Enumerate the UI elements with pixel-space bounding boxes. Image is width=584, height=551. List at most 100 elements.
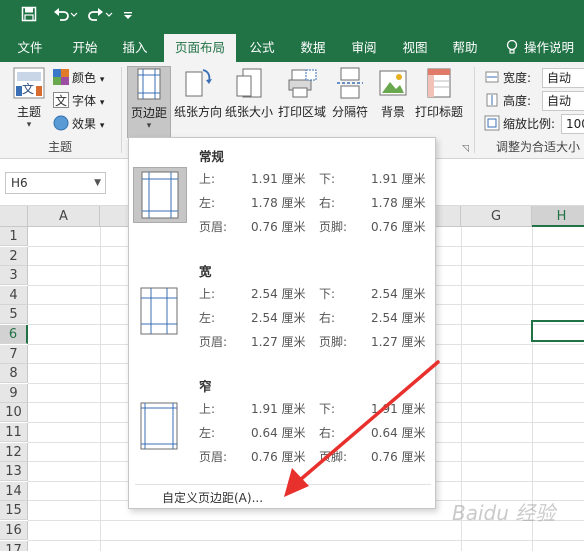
row-header-3[interactable]: 3: [0, 266, 28, 286]
column-header-a[interactable]: A: [28, 206, 100, 227]
tab-home[interactable]: 开始: [60, 34, 110, 62]
tab-view[interactable]: 视图: [392, 34, 438, 62]
row-header-10[interactable]: 10: [0, 403, 28, 423]
effects-label: 效果: [72, 117, 97, 131]
row-header-5[interactable]: 5: [0, 305, 28, 325]
row-header-16[interactable]: 16: [0, 521, 28, 540]
grid-line: [28, 539, 584, 541]
effects-icon: [53, 115, 69, 131]
menu-divider: [135, 484, 431, 485]
tab-insert[interactable]: 插入: [112, 34, 158, 62]
row-header-11[interactable]: 11: [0, 423, 28, 442]
scale-row: 缩放比例:: [484, 113, 555, 135]
select-all-corner[interactable]: [0, 206, 28, 227]
row-header-12[interactable]: 12: [0, 442, 28, 462]
top-value: 2.54 厘米: [251, 287, 306, 301]
redo-icon[interactable]: [85, 6, 115, 28]
paper-size-icon: [236, 68, 262, 98]
preset-name: 宽: [199, 264, 212, 279]
print-titles-label: 打印标题: [414, 105, 463, 119]
height-select[interactable]: 自动: [542, 91, 584, 111]
active-cell-h6[interactable]: [531, 320, 584, 342]
left-label: 左:: [199, 426, 216, 440]
top-label: 上:: [199, 287, 216, 301]
tab-help[interactable]: 帮助: [442, 34, 488, 62]
height-arrows-icon: [486, 93, 498, 107]
preset-name: 窄: [199, 379, 212, 394]
group-divider: [474, 67, 475, 153]
tab-file[interactable]: 文件: [6, 34, 54, 62]
breaks-button[interactable]: 分隔符: [330, 66, 370, 136]
orientation-icon: [185, 69, 212, 97]
left-value: 1.78 厘米: [251, 196, 306, 210]
row-header-14[interactable]: 14: [0, 481, 28, 501]
wide-margins-icon: [133, 284, 187, 340]
row-header-7[interactable]: 7: [0, 344, 28, 364]
row-header-6[interactable]: 6: [0, 325, 28, 344]
effects-button[interactable]: 效果 ▾: [53, 113, 104, 135]
footer-label: 页脚:: [319, 335, 348, 349]
footer-label: 页脚:: [319, 450, 348, 464]
scale-label: 缩放比例:: [503, 117, 556, 131]
footer-value: 0.76 厘米: [371, 220, 426, 234]
tab-formulas[interactable]: 公式: [240, 34, 284, 62]
row-header-9[interactable]: 9: [0, 383, 28, 403]
themes-button[interactable]: 文 主题 ▾: [8, 66, 50, 136]
width-row: 宽度:: [484, 67, 531, 89]
tell-me-label: 操作说明: [524, 40, 575, 55]
background-button[interactable]: 背景: [374, 66, 412, 136]
undo-icon[interactable]: [50, 6, 80, 28]
tab-page-layout[interactable]: 页面布局: [164, 34, 236, 62]
scale-group-label: 调整为合适大小: [496, 140, 581, 154]
group-divider: [121, 67, 122, 153]
name-box[interactable]: H6 ▼: [5, 172, 106, 194]
page-setup-launcher-icon[interactable]: ◹: [462, 144, 469, 154]
print-area-button[interactable]: 打印区域: [276, 66, 328, 136]
tab-data[interactable]: 数据: [290, 34, 336, 62]
color-palette-icon: [53, 69, 69, 85]
margins-preset-normal[interactable]: 常规 上: 1.91 厘米 下: 1.91 厘米 左: 1.78 厘米 右: 1…: [129, 143, 435, 253]
row-header-17[interactable]: 17: [0, 540, 28, 551]
row-header-4[interactable]: 4: [0, 285, 28, 305]
preset-name: 常规: [199, 149, 225, 164]
row-header-15[interactable]: 15: [0, 501, 28, 521]
chevron-down-icon: ▾: [146, 121, 152, 131]
margins-preset-wide[interactable]: 宽 上: 2.54 厘米 下: 2.54 厘米 左: 2.54 厘米 右: 2.…: [129, 258, 435, 370]
footer-label: 页脚:: [319, 220, 348, 234]
left-label: 左:: [199, 311, 216, 325]
fonts-button[interactable]: 文字体 ▾: [53, 90, 104, 112]
margins-icon: [137, 68, 161, 100]
save-icon[interactable]: [18, 6, 40, 28]
header-value: 0.76 厘米: [251, 220, 306, 234]
tab-review[interactable]: 审阅: [340, 34, 388, 62]
column-header-g[interactable]: G: [461, 206, 532, 227]
row-header-13[interactable]: 13: [0, 462, 28, 482]
width-select[interactable]: 自动: [542, 68, 584, 88]
breaks-icon: [337, 67, 363, 99]
watermark-text: Baidu 经验: [452, 501, 556, 525]
print-titles-button[interactable]: 打印标题: [413, 66, 465, 136]
bottom-label: 下:: [319, 402, 336, 416]
row-header-1[interactable]: 1: [0, 227, 28, 246]
custom-margins-item[interactable]: 自定义页边距(A)...: [162, 489, 263, 506]
margins-button[interactable]: 页边距 ▾: [127, 66, 171, 138]
right-label: 右:: [319, 426, 336, 440]
chevron-down-icon: ▼: [94, 178, 101, 188]
row-header-2[interactable]: 2: [0, 246, 28, 266]
print-area-icon: [288, 69, 317, 98]
size-button[interactable]: 纸张大小: [224, 66, 274, 136]
width-arrows-icon: [485, 71, 499, 83]
colors-button[interactable]: 颜色 ▾: [53, 67, 104, 89]
orientation-button[interactable]: 纸张方向: [173, 66, 223, 136]
size-label: 纸张大小: [224, 105, 273, 119]
tell-me-box[interactable]: 操作说明: [506, 34, 584, 62]
header-label: 页眉:: [199, 335, 228, 349]
right-value: 2.54 厘米: [371, 311, 426, 325]
column-header-f[interactable]: [436, 206, 461, 227]
margins-preset-narrow[interactable]: 窄 上: 1.91 厘米 下: 1.91 厘米 左: 0.64 厘米 右: 0.…: [129, 373, 435, 483]
customize-qat-icon[interactable]: [120, 6, 136, 28]
normal-margins-icon: [133, 167, 187, 223]
scale-input[interactable]: 100: [561, 114, 584, 134]
column-header-h[interactable]: H: [532, 206, 584, 227]
row-header-8[interactable]: 8: [0, 364, 28, 384]
